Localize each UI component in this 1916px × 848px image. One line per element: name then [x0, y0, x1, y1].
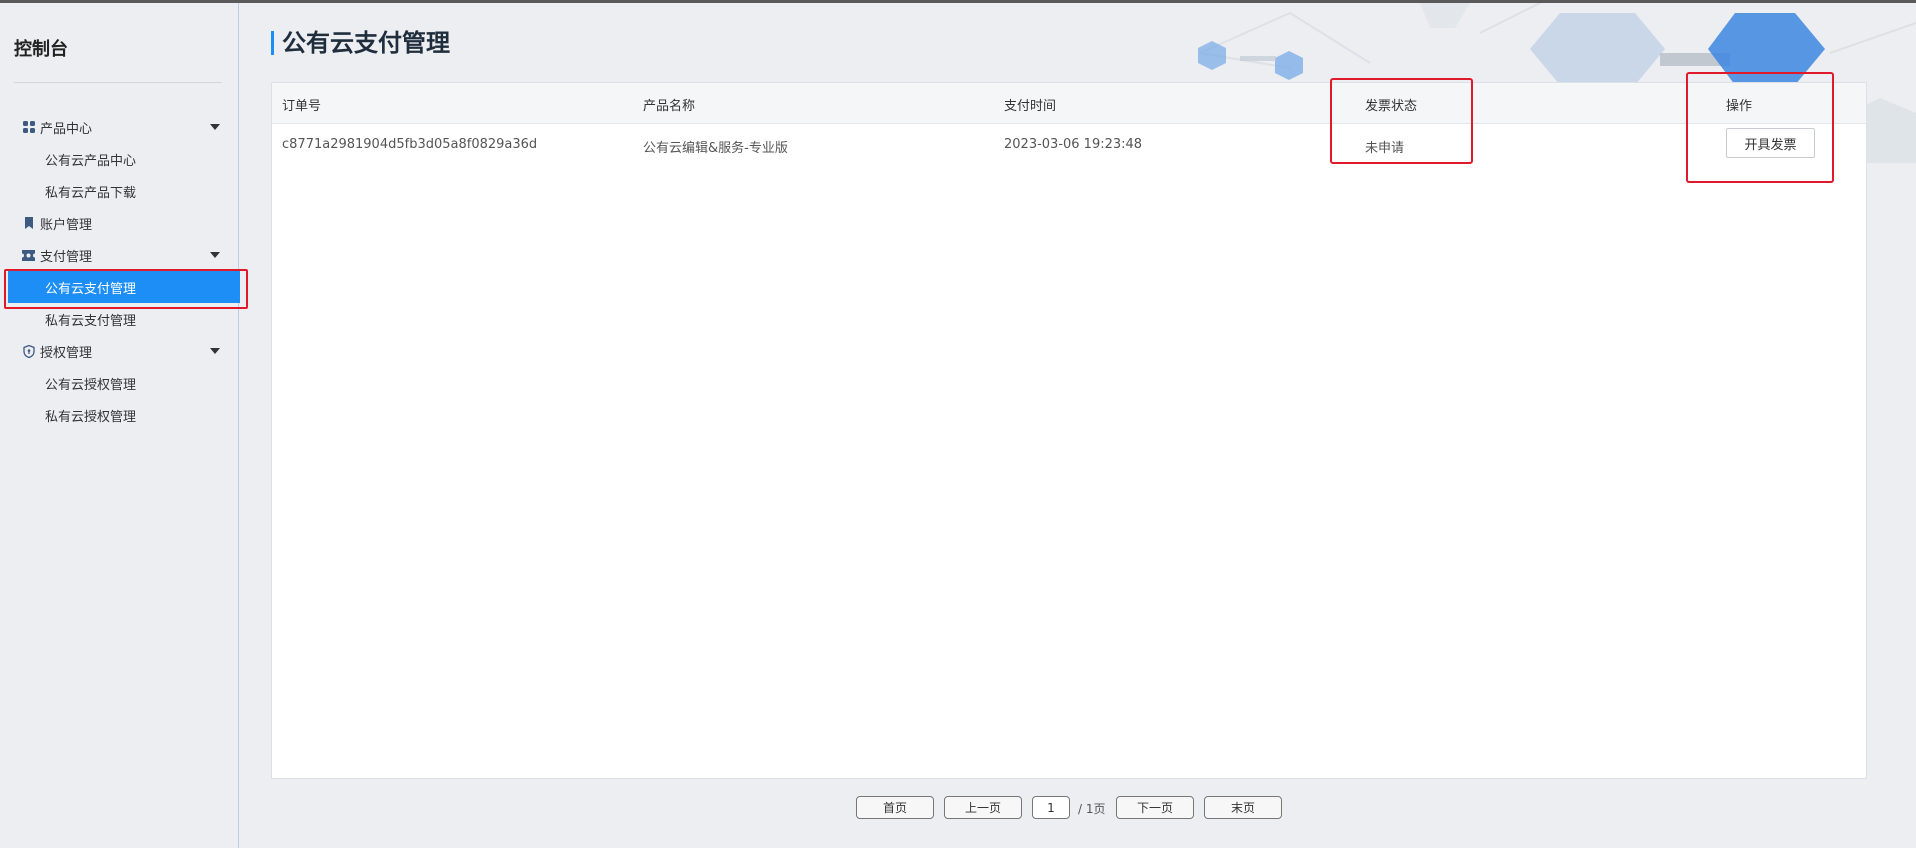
first-page-button[interactable]: 首页	[856, 796, 934, 819]
invoice-status-highlight	[1330, 78, 1473, 164]
sidebar-group-product-center[interactable]: 产品中心	[0, 111, 239, 143]
sidebar-group-license[interactable]: 授权管理	[0, 335, 239, 367]
shield-icon	[22, 344, 35, 358]
page-total: / 1页	[1078, 802, 1106, 816]
sidebar-nav: 产品中心 公有云产品中心 私有云产品下载 账户管理 支付管理 公有云支付管理 私…	[0, 111, 248, 431]
prev-page-button[interactable]: 上一页	[944, 796, 1022, 819]
product-cell: 公有云编辑&服务-专业版	[643, 141, 788, 156]
sidebar-group-account[interactable]: 账户管理	[0, 207, 239, 239]
sidebar-item-public-cloud-license[interactable]: 公有云授权管理	[0, 367, 239, 399]
payment-table: 订单号 产品名称 支付时间 发票状态 操作 c8771a2981904d5fb3…	[271, 72, 1867, 779]
sidebar-item-private-cloud-license[interactable]: 私有云授权管理	[0, 399, 239, 431]
pay-time-cell: 2023-03-06 19:23:48	[1004, 137, 1143, 152]
action-highlight	[1686, 72, 1834, 183]
column-header-order-id: 订单号	[282, 99, 322, 114]
sidebar: 控制台 产品中心 公有云产品中心 私有云产品下载 账户管理 支付管理 公有云支付…	[0, 3, 248, 848]
page-title: 公有云支付管理	[271, 31, 450, 55]
sidebar-item-private-cloud-download[interactable]: 私有云产品下载	[0, 175, 239, 207]
next-page-button[interactable]: 下一页	[1116, 796, 1194, 819]
table-header: 订单号 产品名称 支付时间 发票状态 操作	[272, 83, 1866, 124]
console-title: 控制台	[14, 39, 68, 60]
sidebar-item-public-cloud-payment[interactable]: 公有云支付管理	[4, 269, 248, 309]
sidebar-group-payment[interactable]: 支付管理	[0, 239, 239, 271]
ticket-icon	[22, 249, 35, 262]
caret-down-icon	[210, 252, 220, 258]
page-number-input[interactable]	[1032, 796, 1070, 819]
bookmark-icon	[22, 217, 35, 230]
grid-icon	[22, 121, 35, 134]
main-content: 公有云支付管理 订单号 产品名称 支付时间 发票状态 操作 c8771a2981…	[240, 3, 1916, 848]
pagination: 首页 上一页 / 1页 下一页 末页	[240, 796, 1916, 820]
caret-down-icon	[210, 348, 220, 354]
column-header-product: 产品名称	[643, 99, 696, 114]
sidebar-divider	[14, 82, 222, 83]
sidebar-item-public-cloud-products[interactable]: 公有云产品中心	[0, 143, 239, 175]
sidebar-item-private-cloud-payment[interactable]: 私有云支付管理	[0, 303, 239, 335]
sidebar-group-label: 支付管理	[40, 249, 93, 265]
sidebar-group-label: 授权管理	[40, 345, 93, 361]
sidebar-group-label: 产品中心	[40, 121, 93, 137]
column-header-pay-time: 支付时间	[1004, 99, 1057, 114]
last-page-button[interactable]: 末页	[1204, 796, 1282, 819]
order-id-cell: c8771a2981904d5fb3d05a8f0829a36d	[282, 137, 538, 152]
caret-down-icon	[210, 124, 220, 130]
sidebar-group-label: 账户管理	[40, 217, 93, 233]
